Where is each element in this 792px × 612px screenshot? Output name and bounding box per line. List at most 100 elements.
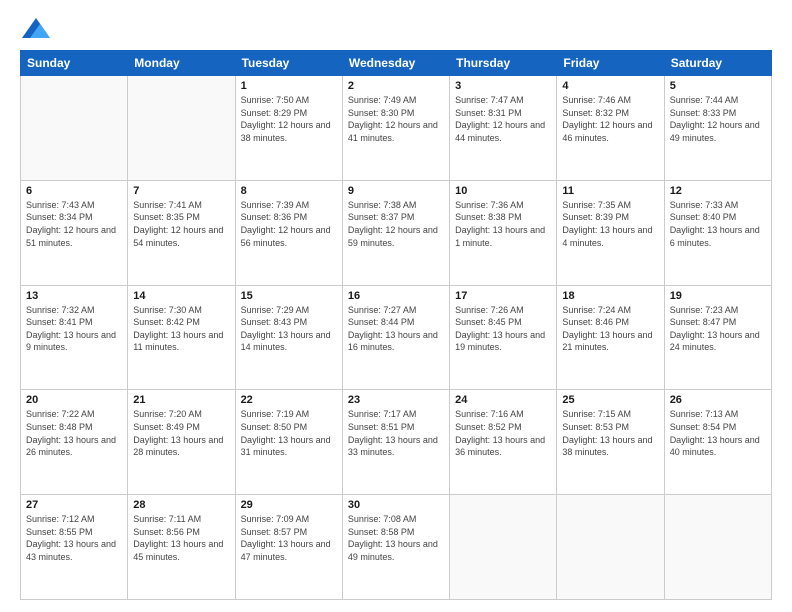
day-number: 18	[562, 290, 658, 302]
day-info: Sunrise: 7:43 AM Sunset: 8:34 PM Dayligh…	[26, 199, 122, 249]
day-header-monday: Monday	[128, 51, 235, 76]
day-info: Sunrise: 7:39 AM Sunset: 8:36 PM Dayligh…	[241, 199, 337, 249]
day-number: 8	[241, 185, 337, 197]
day-number: 28	[133, 499, 229, 511]
day-number: 14	[133, 290, 229, 302]
calendar-cell: 1 Sunrise: 7:50 AM Sunset: 8:29 PM Daylig…	[235, 76, 342, 181]
calendar-cell: 16 Sunrise: 7:27 AM Sunset: 8:44 PM Dayli…	[342, 285, 449, 390]
calendar-cell: 21 Sunrise: 7:20 AM Sunset: 8:49 PM Dayli…	[128, 390, 235, 495]
day-info: Sunrise: 7:24 AM Sunset: 8:46 PM Dayligh…	[562, 304, 658, 354]
day-info: Sunrise: 7:30 AM Sunset: 8:42 PM Dayligh…	[133, 304, 229, 354]
day-info: Sunrise: 7:22 AM Sunset: 8:48 PM Dayligh…	[26, 408, 122, 458]
day-info: Sunrise: 7:20 AM Sunset: 8:49 PM Dayligh…	[133, 408, 229, 458]
day-info: Sunrise: 7:16 AM Sunset: 8:52 PM Dayligh…	[455, 408, 551, 458]
day-info: Sunrise: 7:32 AM Sunset: 8:41 PM Dayligh…	[26, 304, 122, 354]
day-info: Sunrise: 7:26 AM Sunset: 8:45 PM Dayligh…	[455, 304, 551, 354]
day-number: 20	[26, 394, 122, 406]
day-info: Sunrise: 7:47 AM Sunset: 8:31 PM Dayligh…	[455, 94, 551, 144]
day-info: Sunrise: 7:13 AM Sunset: 8:54 PM Dayligh…	[670, 408, 766, 458]
day-info: Sunrise: 7:36 AM Sunset: 8:38 PM Dayligh…	[455, 199, 551, 249]
day-number: 30	[348, 499, 444, 511]
calendar-cell: 13Sunrise: 7:32 AM Sunset: 8:41 PM Dayli…	[21, 285, 128, 390]
calendar-cell: 26 Sunrise: 7:13 AM Sunset: 8:54 PM Dayli…	[664, 390, 771, 495]
calendar-cell	[557, 495, 664, 600]
day-number: 9	[348, 185, 444, 197]
day-header-saturday: Saturday	[664, 51, 771, 76]
calendar-cell: 3 Sunrise: 7:47 AM Sunset: 8:31 PM Daylig…	[450, 76, 557, 181]
week-row-1: 1 Sunrise: 7:50 AM Sunset: 8:29 PM Daylig…	[21, 76, 772, 181]
day-number: 21	[133, 394, 229, 406]
day-header-wednesday: Wednesday	[342, 51, 449, 76]
calendar-cell: 17 Sunrise: 7:26 AM Sunset: 8:45 PM Dayli…	[450, 285, 557, 390]
day-number: 7	[133, 185, 229, 197]
calendar-cell: 12Sunrise: 7:33 AM Sunset: 8:40 PM Dayli…	[664, 180, 771, 285]
day-number: 5	[670, 80, 766, 92]
calendar-cell: 11 Sunrise: 7:35 AM Sunset: 8:39 PM Dayli…	[557, 180, 664, 285]
header-row: SundayMondayTuesdayWednesdayThursdayFrid…	[21, 51, 772, 76]
day-number: 6	[26, 185, 122, 197]
calendar-cell: 30 Sunrise: 7:08 AM Sunset: 8:58 PM Dayli…	[342, 495, 449, 600]
calendar-cell	[21, 76, 128, 181]
calendar-cell: 28Sunrise: 7:11 AM Sunset: 8:56 PM Dayli…	[128, 495, 235, 600]
page: SundayMondayTuesdayWednesdayThursdayFrid…	[0, 0, 792, 612]
calendar-cell	[128, 76, 235, 181]
calendar-table: SundayMondayTuesdayWednesdayThursdayFrid…	[20, 50, 772, 600]
calendar-cell: 9 Sunrise: 7:38 AM Sunset: 8:37 PM Daylig…	[342, 180, 449, 285]
day-number: 1	[241, 80, 337, 92]
day-info: Sunrise: 7:35 AM Sunset: 8:39 PM Dayligh…	[562, 199, 658, 249]
day-number: 3	[455, 80, 551, 92]
calendar-cell: 18 Sunrise: 7:24 AM Sunset: 8:46 PM Dayli…	[557, 285, 664, 390]
week-row-3: 13Sunrise: 7:32 AM Sunset: 8:41 PM Dayli…	[21, 285, 772, 390]
day-info: Sunrise: 7:08 AM Sunset: 8:58 PM Dayligh…	[348, 513, 444, 563]
day-info: Sunrise: 7:23 AM Sunset: 8:47 PM Dayligh…	[670, 304, 766, 354]
day-number: 19	[670, 290, 766, 302]
calendar-cell: 24Sunrise: 7:16 AM Sunset: 8:52 PM Dayli…	[450, 390, 557, 495]
day-number: 17	[455, 290, 551, 302]
day-header-sunday: Sunday	[21, 51, 128, 76]
day-info: Sunrise: 7:33 AM Sunset: 8:40 PM Dayligh…	[670, 199, 766, 249]
day-number: 29	[241, 499, 337, 511]
calendar-cell: 6 Sunrise: 7:43 AM Sunset: 8:34 PM Daylig…	[21, 180, 128, 285]
calendar-cell: 22Sunrise: 7:19 AM Sunset: 8:50 PM Dayli…	[235, 390, 342, 495]
calendar-cell: 25 Sunrise: 7:15 AM Sunset: 8:53 PM Dayli…	[557, 390, 664, 495]
day-number: 25	[562, 394, 658, 406]
day-info: Sunrise: 7:12 AM Sunset: 8:55 PM Dayligh…	[26, 513, 122, 563]
calendar-cell: 29 Sunrise: 7:09 AM Sunset: 8:57 PM Dayli…	[235, 495, 342, 600]
calendar-cell: 14 Sunrise: 7:30 AM Sunset: 8:42 PM Dayli…	[128, 285, 235, 390]
day-number: 11	[562, 185, 658, 197]
calendar-cell: 15 Sunrise: 7:29 AM Sunset: 8:43 PM Dayli…	[235, 285, 342, 390]
day-info: Sunrise: 7:38 AM Sunset: 8:37 PM Dayligh…	[348, 199, 444, 249]
calendar-cell: 4Sunrise: 7:46 AM Sunset: 8:32 PM Daylig…	[557, 76, 664, 181]
calendar-cell: 10 Sunrise: 7:36 AM Sunset: 8:38 PM Dayli…	[450, 180, 557, 285]
day-info: Sunrise: 7:27 AM Sunset: 8:44 PM Dayligh…	[348, 304, 444, 354]
logo	[20, 18, 50, 40]
day-header-tuesday: Tuesday	[235, 51, 342, 76]
day-number: 15	[241, 290, 337, 302]
logo-icon	[22, 18, 50, 38]
week-row-5: 27 Sunrise: 7:12 AM Sunset: 8:55 PM Dayli…	[21, 495, 772, 600]
day-number: 4	[562, 80, 658, 92]
day-number: 23	[348, 394, 444, 406]
calendar-cell: 2Sunrise: 7:49 AM Sunset: 8:30 PM Daylig…	[342, 76, 449, 181]
week-row-4: 20 Sunrise: 7:22 AM Sunset: 8:48 PM Dayli…	[21, 390, 772, 495]
day-info: Sunrise: 7:15 AM Sunset: 8:53 PM Dayligh…	[562, 408, 658, 458]
day-number: 22	[241, 394, 337, 406]
calendar-cell: 5 Sunrise: 7:44 AM Sunset: 8:33 PM Daylig…	[664, 76, 771, 181]
day-number: 16	[348, 290, 444, 302]
day-info: Sunrise: 7:17 AM Sunset: 8:51 PM Dayligh…	[348, 408, 444, 458]
day-info: Sunrise: 7:49 AM Sunset: 8:30 PM Dayligh…	[348, 94, 444, 144]
day-number: 10	[455, 185, 551, 197]
day-header-thursday: Thursday	[450, 51, 557, 76]
calendar-cell: 27 Sunrise: 7:12 AM Sunset: 8:55 PM Dayli…	[21, 495, 128, 600]
day-info: Sunrise: 7:44 AM Sunset: 8:33 PM Dayligh…	[670, 94, 766, 144]
day-header-friday: Friday	[557, 51, 664, 76]
header	[20, 18, 772, 40]
week-row-2: 6 Sunrise: 7:43 AM Sunset: 8:34 PM Daylig…	[21, 180, 772, 285]
day-number: 26	[670, 394, 766, 406]
day-info: Sunrise: 7:50 AM Sunset: 8:29 PM Dayligh…	[241, 94, 337, 144]
day-info: Sunrise: 7:41 AM Sunset: 8:35 PM Dayligh…	[133, 199, 229, 249]
day-info: Sunrise: 7:29 AM Sunset: 8:43 PM Dayligh…	[241, 304, 337, 354]
day-number: 27	[26, 499, 122, 511]
calendar-cell: 7 Sunrise: 7:41 AM Sunset: 8:35 PM Daylig…	[128, 180, 235, 285]
day-info: Sunrise: 7:09 AM Sunset: 8:57 PM Dayligh…	[241, 513, 337, 563]
